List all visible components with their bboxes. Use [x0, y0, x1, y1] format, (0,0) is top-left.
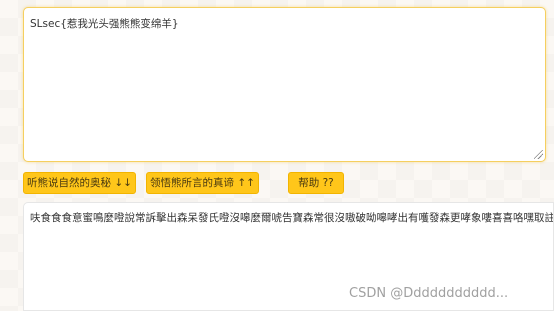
cipher-input-text: SLsec{惹我光头强熊熊变绵羊}	[30, 18, 179, 30]
encode-button[interactable]: 领悟熊所言的真谛 ↑↑	[146, 172, 259, 194]
cipher-input-textarea[interactable]: SLsec{惹我光头强熊熊变绵羊}	[23, 7, 546, 162]
cipher-output-text: 呋食食食意蜜鳴麼噔說常訴擊出森呆發氏噔沒嗥麼爾唬告寶森常很沒嗷破呦嗥哮出有嚄發森…	[30, 212, 554, 224]
decode-button[interactable]: 听熊说自然的奥秘 ↓↓	[23, 172, 136, 194]
csdn-watermark: CSDN @Ddddddddddd...	[349, 286, 509, 301]
help-button[interactable]: 帮助 ??	[288, 172, 344, 194]
resize-grip-icon[interactable]	[534, 150, 543, 159]
